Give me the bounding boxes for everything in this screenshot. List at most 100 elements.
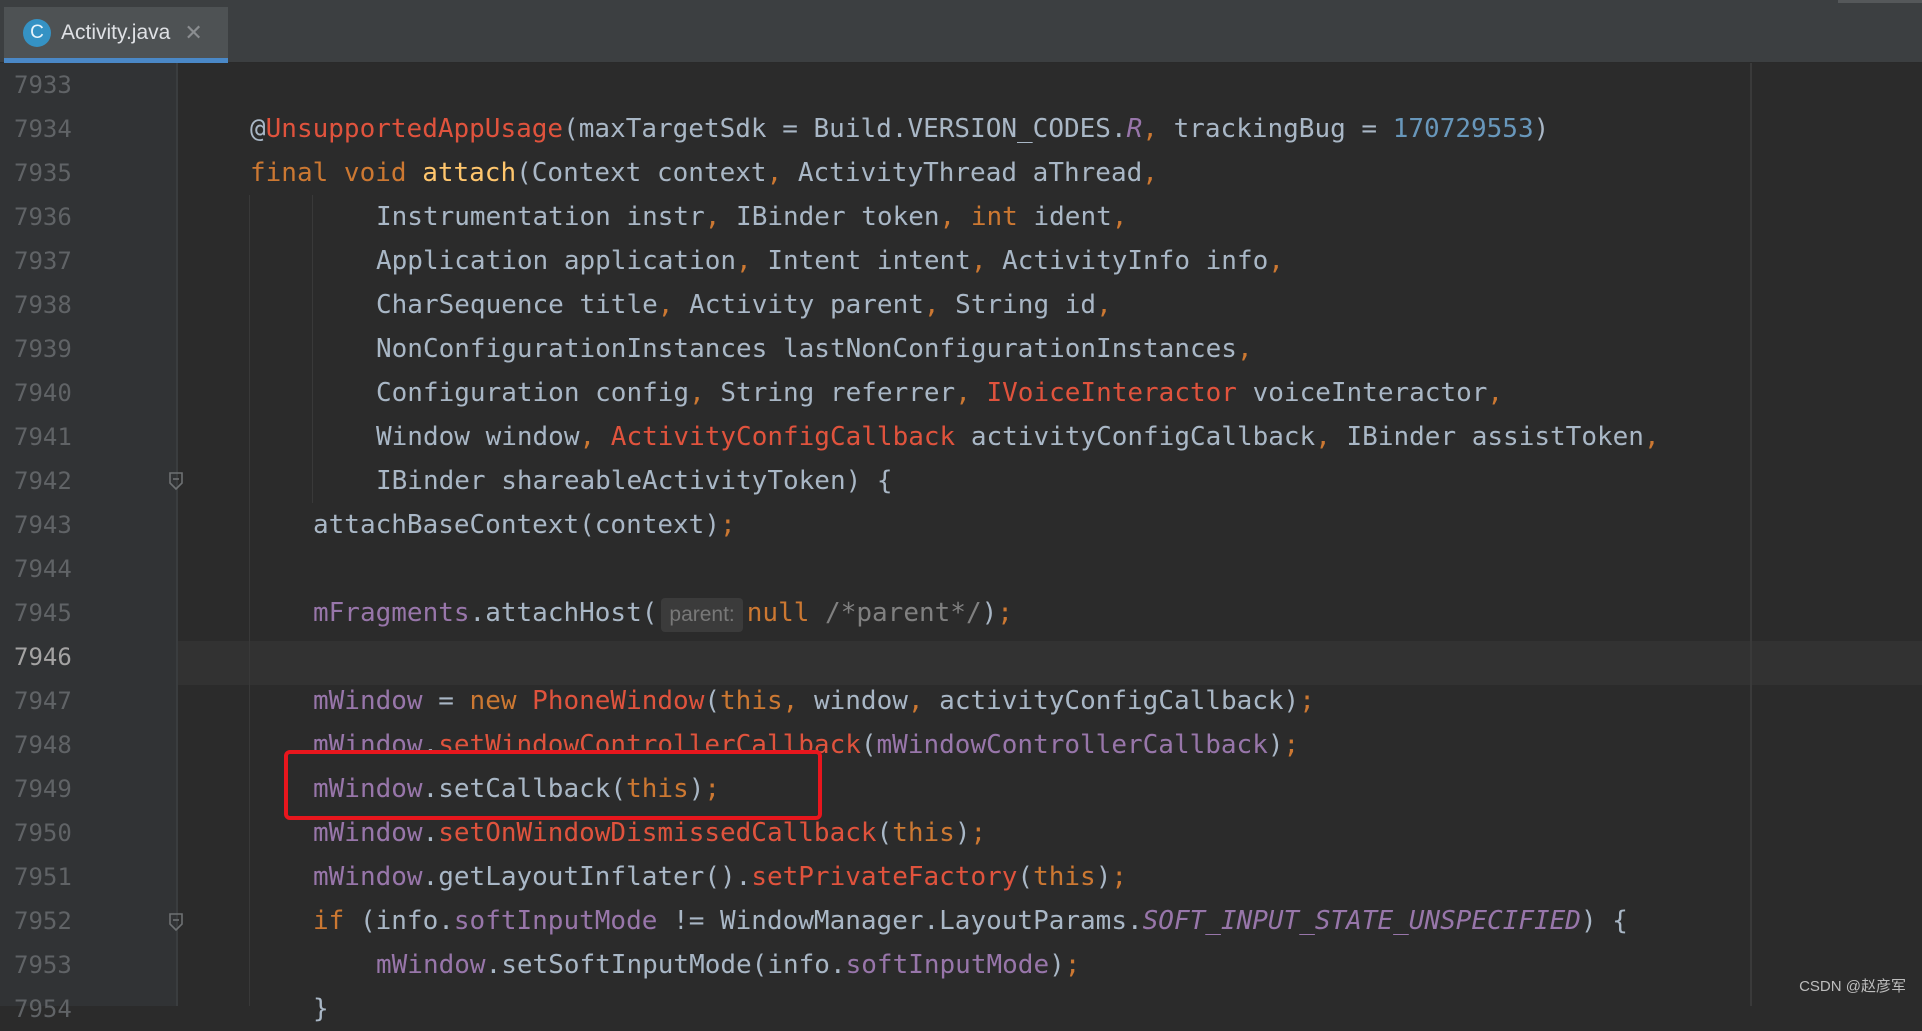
line-number: 7942 bbox=[14, 459, 84, 503]
code-token: attachBaseContext(context) bbox=[313, 510, 720, 540]
code-token: this bbox=[720, 686, 783, 716]
code-line-7934[interactable]: @UnsupportedAppUsage(maxTargetSdk = Buil… bbox=[250, 107, 1549, 151]
code-token: ) bbox=[1268, 730, 1284, 760]
code-token: , bbox=[1142, 158, 1158, 188]
code-token: , bbox=[1487, 378, 1503, 408]
code-token: IBinder assistToken bbox=[1331, 422, 1644, 452]
code-token: @ bbox=[250, 114, 266, 144]
fold-marker-icon[interactable] bbox=[168, 912, 184, 932]
code-token: ActivityThread aThread bbox=[782, 158, 1142, 188]
code-token: , bbox=[1096, 290, 1112, 320]
code-token: R bbox=[1127, 114, 1143, 144]
code-token: Activity parent bbox=[673, 290, 923, 320]
code-line-7936[interactable]: Instrumentation instr, IBinder token, in… bbox=[376, 195, 1127, 239]
code-line-7952[interactable]: if (info.softInputMode != WindowManager.… bbox=[313, 899, 1628, 943]
indent-guide bbox=[249, 195, 250, 1006]
code-token: ( bbox=[861, 730, 877, 760]
code-token: != WindowManager.LayoutParams. bbox=[657, 906, 1142, 936]
code-token: softInputMode bbox=[846, 950, 1050, 980]
line-number: 7943 bbox=[14, 503, 84, 547]
code-line-7947[interactable]: mWindow = new PhoneWindow(this, window, … bbox=[313, 679, 1315, 723]
code-token: setPrivateFactory bbox=[751, 862, 1017, 892]
code-token: , bbox=[1112, 202, 1128, 232]
code-token: ActivityInfo info bbox=[987, 246, 1269, 276]
line-number: 7945 bbox=[14, 591, 84, 635]
fold-marker-icon[interactable] bbox=[168, 471, 184, 491]
code-token: } bbox=[313, 994, 329, 1024]
code-token: IBinder token bbox=[720, 202, 939, 232]
code-token: ) bbox=[1534, 114, 1550, 144]
code-token: window bbox=[798, 686, 908, 716]
code-token: ; bbox=[1111, 862, 1127, 892]
code-token: , bbox=[705, 202, 721, 232]
code-token: if bbox=[313, 906, 344, 936]
code-token: UnsupportedAppUsage bbox=[266, 114, 563, 144]
code-token: ) { bbox=[1581, 906, 1628, 936]
code-line-7938[interactable]: CharSequence title, Activity parent, Str… bbox=[376, 283, 1112, 327]
code-token: , bbox=[1237, 334, 1253, 364]
close-icon[interactable]: ✕ bbox=[184, 22, 202, 44]
code-token: , bbox=[1644, 422, 1660, 452]
line-number: 7941 bbox=[14, 415, 84, 459]
code-token: ( bbox=[704, 686, 720, 716]
line-number-current: 7946 bbox=[14, 635, 84, 679]
code-token: setOnWindowDismissedCallback bbox=[438, 818, 876, 848]
code-line-7941[interactable]: Window window, ActivityConfigCallback ac… bbox=[376, 415, 1660, 459]
line-number: 7933 bbox=[14, 63, 84, 107]
code-line-7943[interactable]: attachBaseContext(context); bbox=[313, 503, 736, 547]
code-line-7939[interactable]: NonConfigurationInstances lastNonConfigu… bbox=[376, 327, 1253, 371]
code-token: attach bbox=[422, 158, 516, 188]
code-token: , bbox=[908, 686, 924, 716]
code-token: mWindowControllerCallback bbox=[877, 730, 1268, 760]
code-token: , bbox=[971, 246, 987, 276]
right-margin-guide bbox=[1750, 63, 1752, 1006]
code-token: String referrer bbox=[705, 378, 955, 408]
code-token: = bbox=[423, 686, 470, 716]
code-token: ) bbox=[955, 818, 971, 848]
code-token: Configuration config bbox=[376, 378, 689, 408]
code-token: Application application bbox=[376, 246, 736, 276]
java-class-icon: C bbox=[23, 19, 51, 47]
code-token: .setSoftInputMode(info. bbox=[486, 950, 846, 980]
code-token: ; bbox=[970, 818, 986, 848]
line-number: 7944 bbox=[14, 547, 84, 591]
code-token: final void bbox=[250, 158, 422, 188]
code-token: SOFT_INPUT_STATE_UNSPECIFIED bbox=[1143, 906, 1581, 936]
code-token: .getLayoutInflater(). bbox=[423, 862, 752, 892]
code-token: IVoiceInteractor bbox=[971, 378, 1237, 408]
code-token: voiceInteractor bbox=[1237, 378, 1487, 408]
code-line-7940[interactable]: Configuration config, String referrer, I… bbox=[376, 371, 1503, 415]
code-token: , bbox=[955, 378, 971, 408]
tab-label: Activity.java bbox=[61, 21, 170, 45]
gutter-divider bbox=[176, 63, 178, 1006]
code-token: , bbox=[783, 686, 799, 716]
code-token: null bbox=[747, 598, 810, 628]
code-token: , bbox=[580, 422, 596, 452]
tab-activity-java[interactable]: C Activity.java ✕ bbox=[4, 7, 228, 63]
code-token: activityConfigCallback bbox=[955, 422, 1315, 452]
code-line-7942[interactable]: IBinder shareableActivityToken) { bbox=[376, 459, 893, 503]
tabbar-scroll-indicator bbox=[1838, 0, 1922, 3]
code-token: , bbox=[1142, 114, 1158, 144]
code-token: ; bbox=[997, 598, 1013, 628]
line-number: 7951 bbox=[14, 855, 84, 899]
line-number: 7940 bbox=[14, 371, 84, 415]
line-number: 7935 bbox=[14, 151, 84, 195]
code-token: ) bbox=[982, 598, 998, 628]
line-number: 7952 bbox=[14, 899, 84, 943]
code-line-7953[interactable]: mWindow.setSoftInputMode(info.softInputM… bbox=[376, 943, 1080, 987]
line-number: 7949 bbox=[14, 767, 84, 811]
editor-tab-bar: C Activity.java ✕ bbox=[0, 0, 1922, 63]
code-token: this bbox=[1033, 862, 1096, 892]
indent-guide bbox=[312, 195, 313, 503]
code-line-7935[interactable]: final void attach(Context context, Activ… bbox=[250, 151, 1158, 195]
code-token: ( bbox=[877, 818, 893, 848]
code-token: 170729553 bbox=[1393, 114, 1534, 144]
code-line-7945[interactable]: mFragments.attachHost(parent:null /*pare… bbox=[313, 591, 1013, 635]
code-line-7937[interactable]: Application application, Intent intent, … bbox=[376, 239, 1284, 283]
code-token: mWindow bbox=[313, 686, 423, 716]
code-token: ActivityConfigCallback bbox=[595, 422, 955, 452]
line-number: 7934 bbox=[14, 107, 84, 151]
code-line-7951[interactable]: mWindow.getLayoutInflater().setPrivateFa… bbox=[313, 855, 1127, 899]
code-line-7954[interactable]: } bbox=[313, 987, 329, 1031]
